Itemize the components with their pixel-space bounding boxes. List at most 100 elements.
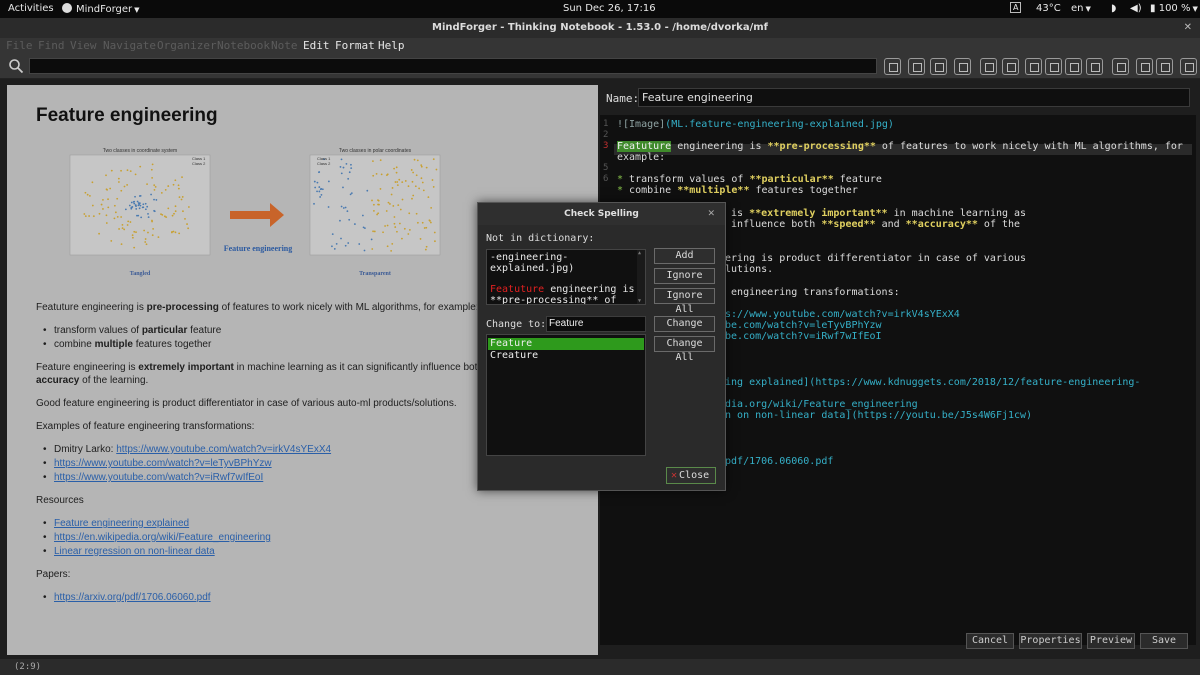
lightbulb-icon[interactable] [1112,58,1129,75]
scatter-point [105,214,108,217]
check-spelling-dialog: Check Spelling ✕ Not in dictionary: -eng… [477,202,726,491]
scatter-point [151,176,154,179]
scatter-point [384,225,386,227]
ex1-link[interactable]: https://www.youtube.com/watch?v=irkV4sYE… [116,444,331,455]
resource-link-1[interactable]: Feature engineering explained [54,518,189,529]
scatter-point [386,245,389,248]
window-title-bar: MindForger - Thinking Notebook - 1.53.0 … [0,18,1200,38]
suggestion-item[interactable]: Creature [488,350,644,362]
home-icon[interactable] [954,58,971,75]
resource-link-3[interactable]: Linear regression on non-linear data [54,546,215,557]
menu-edit[interactable]: Edit [303,39,330,52]
scatter-point [348,218,351,221]
scatter-point [366,189,369,192]
window-close-icon[interactable]: ✕ [1184,18,1192,38]
language-indicator[interactable]: en ▼ [1071,3,1091,14]
change-all-button[interactable]: Change All [654,336,715,363]
scatter-point [321,188,324,191]
grid-icon[interactable] [1002,58,1019,75]
menu-navigate[interactable]: Navigate [103,39,156,52]
properties-button[interactable]: Properties [1019,633,1082,649]
ex3-link[interactable]: https://www.youtube.com/watch?v=iRwf7wIf… [54,472,263,483]
adapt-icon[interactable] [1180,58,1197,75]
notebooks-icon[interactable] [930,58,947,75]
filter-icon[interactable] [1136,58,1153,75]
change-button[interactable]: Change [654,316,715,332]
menu-format[interactable]: Format [335,39,375,52]
scatter-point [118,181,120,183]
scatter-point [88,215,91,217]
menu-organizer[interactable]: Organizer [157,39,217,52]
volume-icon[interactable]: ◀) [1130,3,1142,14]
temperature-indicator[interactable]: 43°C [1036,3,1061,14]
menu-find[interactable]: Find [38,39,65,52]
ignore-all-button[interactable]: Ignore All [654,288,715,315]
preview-paragraph-4: Examples of feature engineering transfor… [36,421,255,432]
menu-note[interactable]: Note [271,39,298,52]
suggestions-list[interactable]: Feature Creature [486,334,646,456]
list-item: Dmitry Larko: https://www.youtube.com/wa… [43,444,331,455]
scatter-point [342,186,344,189]
scatter-point [418,187,421,190]
scatter-point [411,197,413,200]
scatter-point [127,220,130,223]
context-line: -engineering- [490,252,569,263]
scatter-point [134,173,137,176]
scatter-point [135,231,137,234]
tag-icon[interactable] [1065,58,1082,75]
search-input[interactable] [29,58,877,74]
tools-icon[interactable] [1156,58,1173,75]
app-menu[interactable]: MindForger ▼ [62,3,140,15]
code-span: combine [629,185,678,196]
p2-text-e: of the learning. [79,375,149,386]
p2-text-c: in machine learning as it can significan… [233,362,483,373]
scatter-point [421,181,424,184]
dialog-close-icon[interactable]: ✕ [707,203,715,225]
scatter-point [390,193,393,196]
note-name-field[interactable]: Feature engineering [638,88,1190,107]
clock-icon[interactable] [1086,58,1103,75]
wifi-icon[interactable]: ◗ [1111,3,1116,14]
activities-button[interactable]: Activities [8,3,54,14]
new-note-icon[interactable] [884,58,901,75]
close-button[interactable]: ✕ Close [666,467,716,484]
scatter-point [113,217,116,220]
scatter-point [161,213,164,216]
open-folder-icon[interactable] [908,58,925,75]
cancel-button[interactable]: Cancel [966,633,1014,649]
save-button[interactable]: Save [1140,633,1188,649]
code-line: eering is product differentiator in case… [719,253,1027,264]
scatter-point [350,192,353,194]
code-line: ring explained](https://www.kdnuggets.co… [719,377,1141,388]
menu-help[interactable]: Help [378,39,405,52]
battery-indicator[interactable]: ▮ 100 % ▼ [1150,3,1198,14]
keyboard-indicator[interactable]: A [1010,2,1022,13]
menu-notebook[interactable]: Notebook [217,39,270,52]
scatter-point [393,222,396,225]
scatter-point [120,216,123,218]
add-button[interactable]: Add [654,248,715,264]
scatter-point [153,210,156,213]
scatter-point [394,181,397,183]
code-span: **extremely important** [749,208,888,219]
misspelled-context[interactable]: -engineering- explained.jpg) Featuture e… [486,249,646,305]
change-to-field[interactable]: Feature [546,316,646,332]
resource-link-2[interactable]: https://en.wikipedia.org/wiki/Feature_en… [54,532,271,543]
scatter-point [172,183,175,186]
menu-view[interactable]: View [70,39,97,52]
code-line: ube.com/watch?v=iRwf7wIfEoI [719,331,882,342]
scatter-point [412,171,415,174]
suggestion-item[interactable]: Feature [488,338,644,350]
table-icon[interactable] [1025,58,1042,75]
context-scrollbar[interactable] [637,250,645,304]
preview-button[interactable]: Preview [1087,633,1135,649]
scatter-point [394,226,397,228]
outline-icon[interactable] [980,58,997,75]
clock[interactable]: Sun Dec 26, 17:16 [563,3,656,14]
ignore-button[interactable]: Ignore [654,268,715,284]
menu-file[interactable]: File [6,39,33,52]
search-icon[interactable] [8,58,24,74]
chart-icon[interactable] [1045,58,1062,75]
ex2-link[interactable]: https://www.youtube.com/watch?v=leTyvBPh… [54,458,272,469]
paper-link-1[interactable]: https://arxiv.org/pdf/1706.06060.pdf [54,592,211,603]
